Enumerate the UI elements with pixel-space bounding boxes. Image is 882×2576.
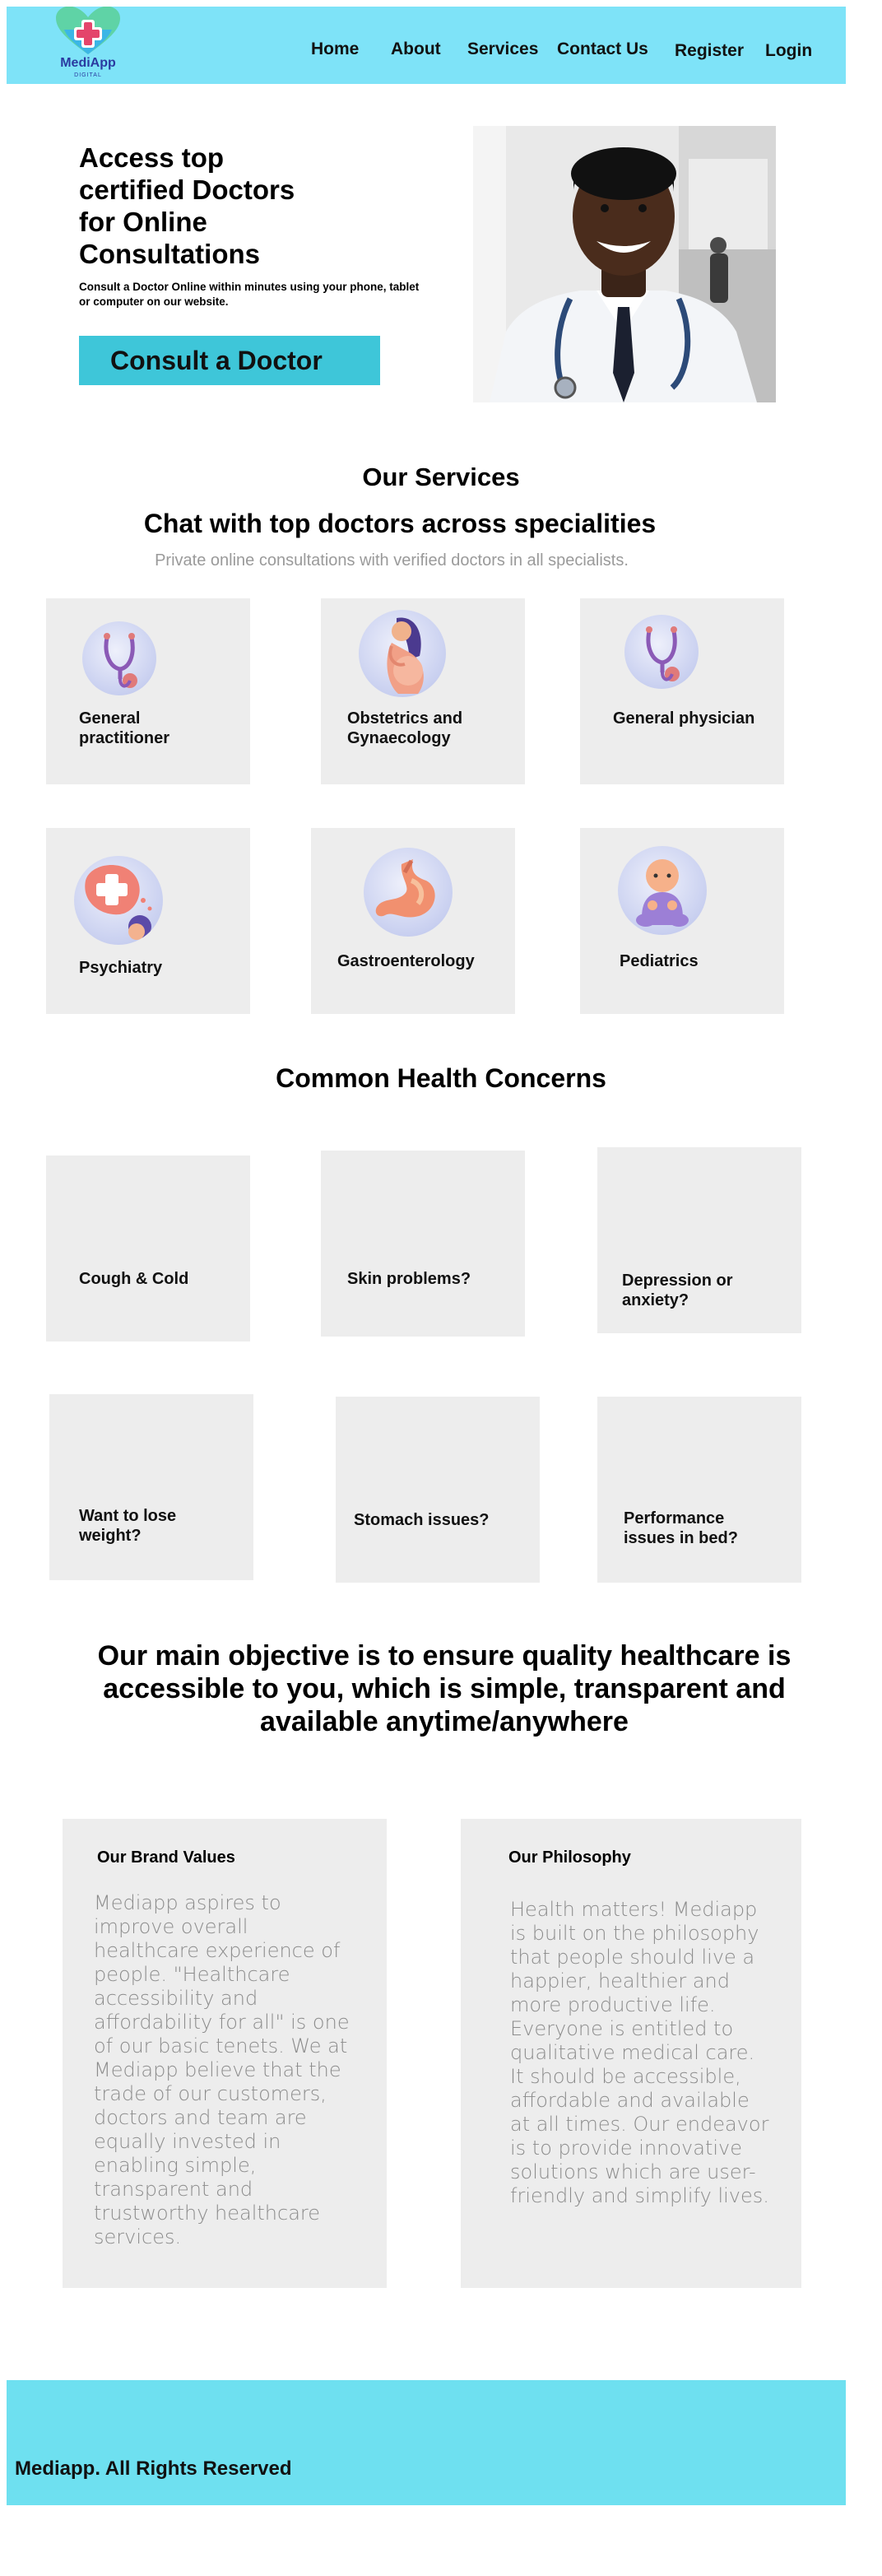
logo-subtext: DIGITAL bbox=[74, 72, 102, 78]
hero-subtitle: Consult a Doctor Online within minutes u… bbox=[79, 281, 420, 308]
philosophy-card: Our Philosophy Health matters! Mediapp i… bbox=[461, 1819, 801, 2288]
site-footer: Mediapp. All Rights Reserved bbox=[7, 2380, 846, 2505]
services-subheading: Private online consultations with verifi… bbox=[155, 551, 629, 570]
service-card-psychiatry[interactable]: Psychiatry bbox=[46, 828, 250, 1014]
stethoscope-icon bbox=[624, 615, 699, 689]
heart-cross-logo-icon bbox=[56, 7, 120, 54]
brand-values-title: Our Brand Values bbox=[97, 1848, 235, 1867]
pregnant-woman-icon bbox=[359, 610, 446, 697]
service-label: Gastroenterology bbox=[337, 952, 475, 970]
nav-register[interactable]: Register bbox=[675, 41, 744, 61]
brand-values-card: Our Brand Values Mediapp aspires to impr… bbox=[63, 1819, 387, 2288]
service-card-gastroenterology[interactable]: Gastroenterology bbox=[311, 828, 515, 1014]
service-label: General practitioner bbox=[79, 709, 170, 747]
stethoscope-icon bbox=[82, 621, 156, 695]
nav-about[interactable]: About bbox=[391, 40, 441, 59]
brand-values-body: Mediapp aspires to improve overall healt… bbox=[94, 1891, 350, 2248]
service-card-pediatrics[interactable]: Pediatrics bbox=[580, 828, 784, 1014]
services-heading: Chat with top doctors across specialitie… bbox=[143, 509, 657, 538]
service-card-general-physician[interactable]: General physician bbox=[580, 598, 784, 784]
nav-contact-us[interactable]: Contact Us bbox=[557, 40, 648, 59]
service-label: Obstetrics and Gynaecology bbox=[347, 709, 463, 747]
services-title: Our Services bbox=[362, 463, 520, 491]
concern-label: Stomach issues? bbox=[354, 1511, 490, 1529]
concern-label: Skin problems? bbox=[347, 1270, 471, 1288]
doctor-photo bbox=[473, 126, 776, 402]
service-card-general-practitioner[interactable]: General practitioner bbox=[46, 598, 250, 784]
mental-health-icon bbox=[74, 856, 163, 945]
concern-card-cough-cold[interactable]: Cough & Cold bbox=[46, 1155, 250, 1341]
stomach-icon bbox=[364, 848, 453, 937]
logo[interactable]: MediApp DIGITAL bbox=[51, 7, 125, 82]
baby-icon bbox=[618, 846, 707, 935]
concern-label: Cough & Cold bbox=[79, 1270, 189, 1288]
concern-card-weight[interactable]: Want to lose weight? bbox=[49, 1394, 253, 1580]
service-label: Psychiatry bbox=[79, 959, 163, 977]
service-label: Pediatrics bbox=[620, 952, 699, 970]
concern-card-stomach[interactable]: Stomach issues? bbox=[336, 1397, 540, 1583]
hero-title: Access top certified Doctors for Online … bbox=[79, 142, 295, 269]
logo-text: MediApp bbox=[60, 56, 116, 70]
concerns-title: Common Health Concerns bbox=[276, 1063, 606, 1093]
concern-card-depression[interactable]: Depression or anxiety? bbox=[597, 1147, 801, 1333]
nav-home[interactable]: Home bbox=[311, 40, 359, 59]
philosophy-body: Health matters! Mediapp is built on the … bbox=[510, 1898, 769, 2207]
nav-services[interactable]: Services bbox=[467, 40, 538, 59]
service-card-obstetrics[interactable]: Obstetrics and Gynaecology bbox=[321, 598, 525, 784]
objective-statement: Our main objective is to ensure quality … bbox=[97, 1640, 791, 1737]
site-header: MediApp DIGITAL Home About Services Cont… bbox=[7, 7, 846, 84]
concern-card-skin[interactable]: Skin problems? bbox=[321, 1151, 525, 1337]
copyright-text: Mediapp. All Rights Reserved bbox=[15, 2457, 292, 2480]
concern-card-performance[interactable]: Performance issues in bed? bbox=[597, 1397, 801, 1583]
nav-login[interactable]: Login bbox=[765, 41, 812, 61]
philosophy-title: Our Philosophy bbox=[508, 1848, 631, 1867]
consult-doctor-button[interactable]: Consult a Doctor bbox=[79, 336, 380, 385]
concern-label: Performance issues in bed? bbox=[624, 1509, 738, 1547]
service-label: General physician bbox=[613, 709, 755, 728]
concern-label: Want to lose weight? bbox=[79, 1507, 177, 1545]
concern-label: Depression or anxiety? bbox=[622, 1272, 733, 1309]
